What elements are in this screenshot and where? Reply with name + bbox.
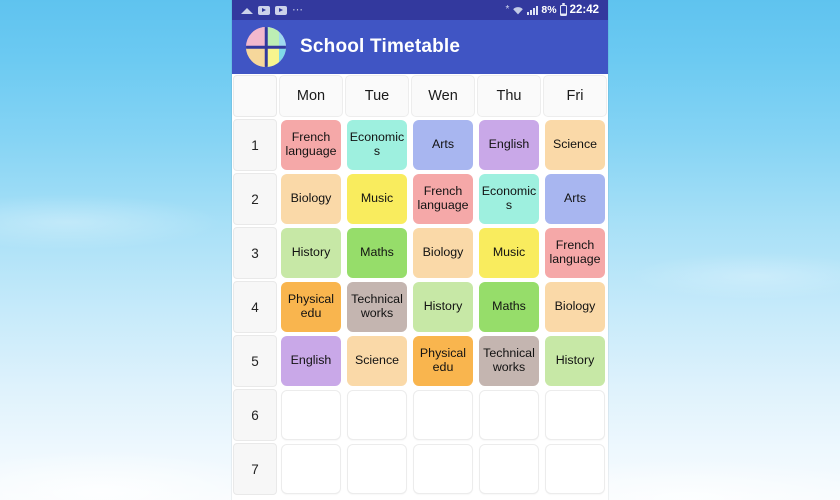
timetable-row: 1 French language Economics Arts English Scie… <box>232 118 608 172</box>
lesson-cell-empty[interactable] <box>281 444 341 494</box>
status-bar-clock: 22:42 <box>569 4 599 16</box>
timetable-row: 2 Biology Music French language Economics Art… <box>232 172 608 226</box>
day-header-mon[interactable]: Mon <box>279 75 343 117</box>
lesson-cell-empty[interactable] <box>479 390 539 440</box>
timetable: Mon Tue Wen Thu Fri 1 French language Econ… <box>232 74 608 496</box>
timetable-body: 1 French language Economics Arts English Scie… <box>232 118 608 496</box>
period-number: 5 <box>233 335 277 387</box>
bluetooth-icon: * <box>505 4 510 15</box>
lesson-cell[interactable]: French language <box>281 120 341 170</box>
period-number: 1 <box>233 119 277 171</box>
lesson-cell[interactable]: Arts <box>413 120 473 170</box>
signal-icon <box>527 5 539 15</box>
lesson-cell[interactable]: History <box>413 282 473 332</box>
period-number: 3 <box>233 227 277 279</box>
day-header-tue[interactable]: Tue <box>345 75 409 117</box>
lesson-cell[interactable]: French language <box>413 174 473 224</box>
cloud-upload-icon <box>241 6 253 14</box>
lesson-cell[interactable]: French language <box>545 228 605 278</box>
timetable-row: 5 English Science Physical edu Technical wor… <box>232 334 608 388</box>
lesson-cell-empty[interactable] <box>347 390 407 440</box>
lesson-cell[interactable]: Biology <box>413 228 473 278</box>
lesson-cell-empty[interactable] <box>479 444 539 494</box>
lesson-cell-empty[interactable] <box>545 390 605 440</box>
lesson-cell-empty[interactable] <box>281 390 341 440</box>
battery-icon <box>559 3 567 16</box>
timetable-row: 4 Physical edu Technical works History Maths… <box>232 280 608 334</box>
video-icon <box>258 5 270 15</box>
day-header-fri[interactable]: Fri <box>543 75 607 117</box>
lesson-cell[interactable]: Technical works <box>347 282 407 332</box>
status-bar-notifications: ⋯ <box>241 3 304 16</box>
lesson-cell[interactable]: English <box>479 120 539 170</box>
period-number: 2 <box>233 173 277 225</box>
lesson-cell[interactable]: Economics <box>347 120 407 170</box>
phone-screen: ⋯ * 8% 22:42 School Timetable Mon Tue We… <box>232 0 608 500</box>
timetable-header-row: Mon Tue Wen Thu Fri <box>232 74 608 118</box>
lesson-cell[interactable]: History <box>545 336 605 386</box>
lesson-cell[interactable]: Science <box>545 120 605 170</box>
lesson-cell[interactable]: Economics <box>479 174 539 224</box>
timetable-row: 6 <box>232 388 608 442</box>
lesson-cell[interactable]: Arts <box>545 174 605 224</box>
lesson-cell[interactable]: History <box>281 228 341 278</box>
lesson-cell[interactable]: Maths <box>347 228 407 278</box>
app-bar: School Timetable <box>232 20 608 74</box>
lesson-cell-empty[interactable] <box>413 444 473 494</box>
school-timetable-app-icon <box>246 27 286 67</box>
lesson-cell[interactable]: Physical edu <box>281 282 341 332</box>
timetable-corner-cell <box>233 75 277 117</box>
lesson-cell[interactable]: Physical edu <box>413 336 473 386</box>
period-number: 6 <box>233 389 277 441</box>
more-dots-icon: ⋯ <box>292 3 304 16</box>
page-title: School Timetable <box>300 36 461 57</box>
lesson-cell[interactable]: Science <box>347 336 407 386</box>
period-number: 4 <box>233 281 277 333</box>
timetable-row: 3 History Maths Biology Music French language <box>232 226 608 280</box>
lesson-cell[interactable]: Biology <box>281 174 341 224</box>
lesson-cell[interactable]: Maths <box>479 282 539 332</box>
lesson-cell[interactable]: Biology <box>545 282 605 332</box>
day-header-thu[interactable]: Thu <box>477 75 541 117</box>
wifi-icon <box>512 6 524 15</box>
lesson-cell-empty[interactable] <box>413 390 473 440</box>
lesson-cell[interactable]: English <box>281 336 341 386</box>
lesson-cell-empty[interactable] <box>347 444 407 494</box>
battery-percent-label: 8% <box>541 4 557 16</box>
period-number: 7 <box>233 443 277 495</box>
lesson-cell-empty[interactable] <box>545 444 605 494</box>
timetable-row: 7 <box>232 442 608 496</box>
day-header-wen[interactable]: Wen <box>411 75 475 117</box>
video-icon <box>275 5 287 15</box>
lesson-cell[interactable]: Technical works <box>479 336 539 386</box>
status-bar: ⋯ * 8% 22:42 <box>232 0 608 20</box>
lesson-cell[interactable]: Music <box>347 174 407 224</box>
lesson-cell[interactable]: Music <box>479 228 539 278</box>
status-bar-system: * 8% 22:42 <box>505 3 599 16</box>
